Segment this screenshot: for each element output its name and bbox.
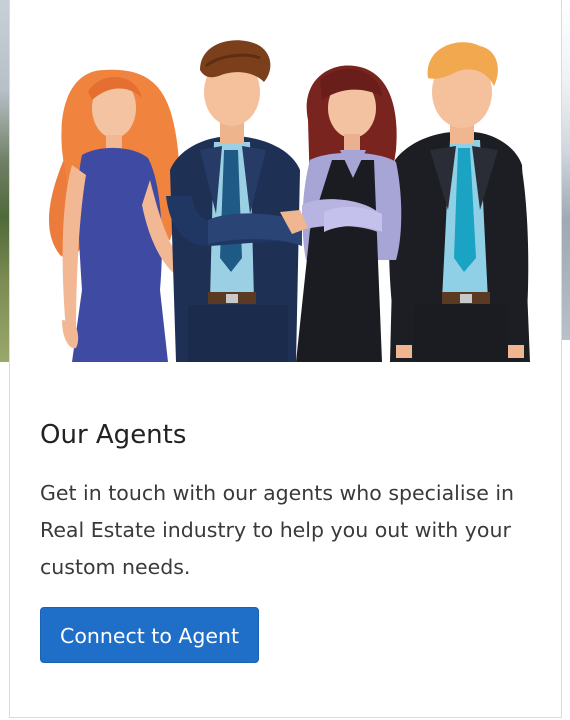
agent-woman-orange-hair xyxy=(48,69,186,362)
connect-to-agent-button[interactable]: Connect to Agent xyxy=(40,607,260,664)
card-body: Our Agents Get in touch with our agents … xyxy=(40,420,540,664)
agent-woman-brown-hair xyxy=(296,65,402,362)
card-description: Get in touch with our agents who special… xyxy=(40,481,515,580)
agent-man-blonde-hair xyxy=(389,42,530,362)
agents-illustration xyxy=(10,0,561,362)
carousel-background-right xyxy=(561,0,570,340)
carousel-background-left xyxy=(0,0,9,362)
agents-card: Our Agents Get in touch with our agents … xyxy=(9,0,562,718)
agent-man-brown-hair xyxy=(166,40,308,362)
page: Our Agents Get in touch with our agents … xyxy=(0,0,570,720)
card-title: Our Agents xyxy=(40,420,187,450)
